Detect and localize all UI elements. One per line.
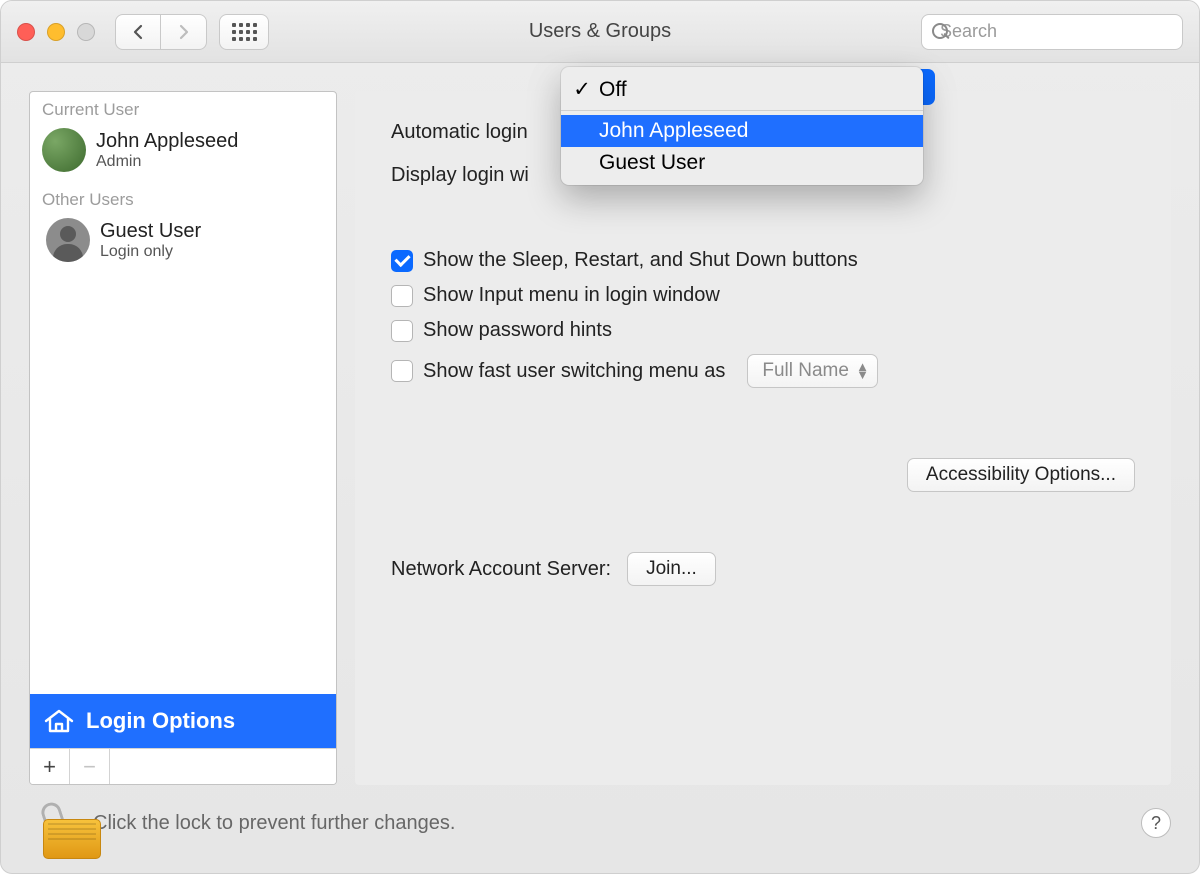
checkbox-input-menu-label: Show Input menu in login window bbox=[423, 284, 720, 307]
remove-user-button[interactable]: − bbox=[70, 749, 110, 784]
accessibility-options-button[interactable]: Accessibility Options... bbox=[907, 458, 1135, 492]
dropdown-item-guest[interactable]: Guest User bbox=[561, 147, 923, 179]
dropdown-item-label: John Appleseed bbox=[599, 119, 748, 143]
network-account-label: Network Account Server: bbox=[391, 558, 611, 581]
sidebar-login-options[interactable]: Login Options bbox=[30, 694, 336, 748]
dropdown-separator bbox=[561, 110, 923, 111]
sidebar-section-other: Other Users bbox=[30, 182, 336, 214]
dropdown-item-john[interactable]: John Appleseed bbox=[561, 115, 923, 147]
dropdown-item-off[interactable]: ✓ Off bbox=[561, 73, 923, 106]
user-role: Login only bbox=[100, 243, 201, 261]
dropdown-item-label: Guest User bbox=[599, 151, 705, 175]
lock-message: Click the lock to prevent further change… bbox=[93, 812, 455, 835]
join-button[interactable]: Join... bbox=[627, 552, 716, 586]
checkmark-icon: ✓ bbox=[573, 77, 591, 102]
grid-icon bbox=[232, 23, 257, 41]
sidebar-user-current[interactable]: John Appleseed Admin bbox=[30, 124, 336, 182]
preferences-window: Users & Groups Current User John Applese… bbox=[0, 0, 1200, 874]
checkbox-row-pw-hints: Show password hints bbox=[391, 319, 1135, 342]
house-icon bbox=[44, 709, 74, 733]
display-login-label: Display login wi bbox=[391, 164, 529, 187]
fast-switch-select[interactable]: Full Name ▲▼ bbox=[747, 354, 878, 388]
checkbox-fast-switch[interactable] bbox=[391, 360, 413, 382]
chevron-updown-icon: ▲▼ bbox=[856, 363, 869, 379]
footer: Click the lock to prevent further change… bbox=[1, 795, 1199, 873]
checkbox-input-menu[interactable] bbox=[391, 285, 413, 307]
checkbox-row-fast-switch: Show fast user switching menu as Full Na… bbox=[391, 354, 1135, 388]
checkbox-fast-switch-label: Show fast user switching menu as bbox=[423, 360, 725, 383]
window-body: Current User John Appleseed Admin Other … bbox=[1, 63, 1199, 795]
lock-icon[interactable] bbox=[41, 801, 75, 845]
search-field[interactable] bbox=[921, 14, 1183, 50]
search-input[interactable] bbox=[940, 21, 1172, 42]
user-name: Guest User bbox=[100, 220, 201, 243]
checkbox-sleep[interactable] bbox=[391, 250, 413, 272]
maximize-icon bbox=[77, 23, 95, 41]
sidebar-section-current: Current User bbox=[30, 92, 336, 124]
login-options-label: Login Options bbox=[86, 708, 235, 734]
checkbox-row-sleep: Show the Sleep, Restart, and Shut Down b… bbox=[391, 249, 1135, 272]
main-panel: Automatic login Display login wi Show th… bbox=[355, 91, 1171, 785]
network-account-row: Network Account Server: Join... bbox=[391, 552, 1135, 586]
traffic-lights bbox=[17, 23, 95, 41]
auto-login-dropdown: ✓ Off John Appleseed Guest User bbox=[561, 67, 923, 185]
checkbox-pw-hints-label: Show password hints bbox=[423, 319, 612, 342]
help-button[interactable]: ? bbox=[1141, 808, 1171, 838]
forward-button[interactable] bbox=[161, 14, 207, 50]
dropdown-item-label: Off bbox=[599, 78, 627, 102]
user-role: Admin bbox=[96, 153, 238, 171]
show-all-button[interactable] bbox=[219, 14, 269, 50]
avatar bbox=[46, 218, 90, 262]
back-button[interactable] bbox=[115, 14, 161, 50]
sidebar-footer: + − bbox=[30, 748, 336, 784]
add-user-button[interactable]: + bbox=[30, 749, 70, 784]
checkbox-sleep-label: Show the Sleep, Restart, and Shut Down b… bbox=[423, 249, 858, 272]
auto-login-label: Automatic login bbox=[391, 121, 528, 144]
sidebar-user-guest[interactable]: Guest User Login only bbox=[30, 214, 336, 272]
users-sidebar: Current User John Appleseed Admin Other … bbox=[29, 91, 337, 785]
close-icon[interactable] bbox=[17, 23, 35, 41]
titlebar: Users & Groups bbox=[1, 1, 1199, 63]
nav-segment bbox=[115, 14, 207, 50]
minimize-icon[interactable] bbox=[47, 23, 65, 41]
fast-switch-value: Full Name bbox=[762, 360, 849, 382]
checkbox-pw-hints[interactable] bbox=[391, 320, 413, 342]
avatar bbox=[42, 128, 86, 172]
checkbox-row-input-menu: Show Input menu in login window bbox=[391, 284, 1135, 307]
user-name: John Appleseed bbox=[96, 130, 238, 153]
